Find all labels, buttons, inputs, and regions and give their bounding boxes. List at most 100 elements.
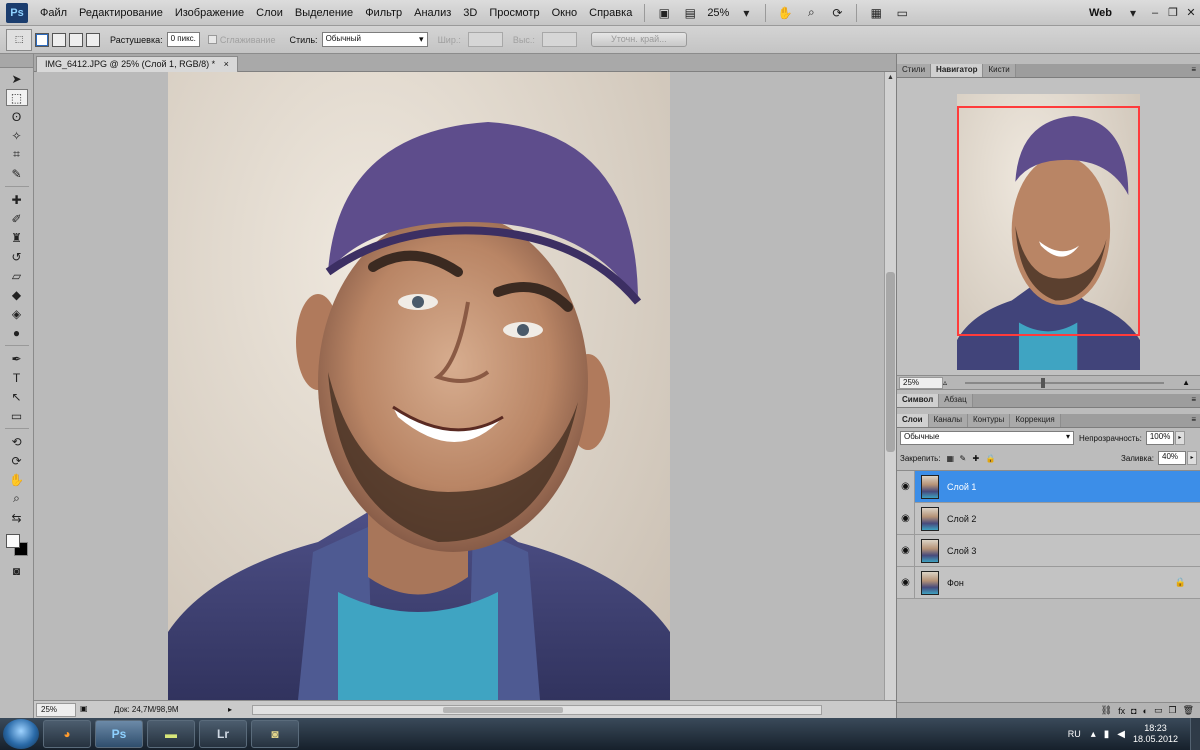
zoom-tool-icon[interactable]: ⌕	[6, 490, 28, 507]
antialias-checkbox[interactable]	[207, 35, 217, 44]
adjustment-layer-icon[interactable]: ◐	[1143, 706, 1148, 716]
restore-icon[interactable]: ❐	[1164, 5, 1182, 21]
trash-icon[interactable]: 🗑	[1183, 705, 1194, 716]
navigator-view-box[interactable]	[957, 106, 1140, 336]
taskbar-firefox-icon[interactable]: ◕	[43, 720, 91, 748]
3d-orbit-icon[interactable]: ⟳	[6, 452, 28, 469]
status-zoom-field[interactable]: 25%	[36, 702, 76, 717]
clock[interactable]: 18:23 18.05.2012	[1133, 723, 1178, 745]
tab-brushes[interactable]: Кисти	[983, 64, 1016, 77]
eyedropper-icon[interactable]: ✎	[6, 165, 28, 182]
panel-menu-icon[interactable]: ≡	[1191, 65, 1196, 74]
arrange-documents-icon[interactable]: ▦	[866, 4, 886, 22]
view-extras-icon[interactable]: ▤	[680, 4, 700, 22]
screen-mode-icon[interactable]: ▭	[892, 4, 912, 22]
menu-window[interactable]: Окно	[546, 7, 584, 19]
healing-brush-icon[interactable]: ✚	[6, 191, 28, 208]
hand-tool-icon[interactable]: ✋	[6, 471, 28, 488]
opacity-stepper[interactable]: ▸	[1174, 431, 1185, 445]
visibility-eye-icon[interactable]: ◉	[897, 502, 915, 535]
taskbar-lightroom[interactable]: Lr	[199, 720, 247, 748]
status-icon[interactable]: ▣	[80, 704, 94, 716]
taskbar-photoshop[interactable]: Ps	[95, 720, 143, 748]
hand-tool-icon[interactable]: ✋	[775, 4, 795, 22]
history-brush-icon[interactable]: ↺	[6, 248, 28, 265]
taskbar-camera-icon[interactable]: ◙	[251, 720, 299, 748]
refine-edge-button[interactable]: Уточн. край...	[590, 32, 687, 47]
zoom-in-icon[interactable]: ▲	[1182, 378, 1190, 387]
foreground-color[interactable]	[5, 534, 20, 548]
style-select[interactable]: Обычный	[321, 32, 428, 47]
fill-field[interactable]: 40%	[1158, 451, 1186, 465]
horizontal-scrollbar[interactable]	[252, 704, 823, 715]
layer-row[interactable]: ◉ Слой 2	[897, 502, 1200, 535]
layer-row[interactable]: ◉ Слой 3	[897, 534, 1200, 567]
type-tool-icon[interactable]: T	[6, 369, 28, 386]
width-field[interactable]	[467, 32, 503, 47]
document-tab[interactable]: IMG_6412.JPG @ 25% (Слой 1, RGB/8) * ×	[36, 56, 238, 72]
rotate-view-icon[interactable]: ⟳	[827, 4, 847, 22]
marquee-preset-icon[interactable]: ⬚	[6, 28, 32, 51]
new-selection-icon[interactable]	[35, 32, 49, 47]
close-icon[interactable]: ×	[224, 59, 229, 69]
tray-expand-icon[interactable]: ▴	[1091, 729, 1096, 740]
rectangular-marquee-icon[interactable]: ⬚	[5, 89, 28, 106]
lock-pixels-icon[interactable]: ✎	[960, 454, 969, 463]
navigator-preview[interactable]	[897, 78, 1200, 376]
layer-thumbnail[interactable]	[921, 506, 939, 531]
minimize-icon[interactable]: –	[1146, 5, 1164, 21]
navigator-zoom-slider[interactable]	[965, 377, 1165, 388]
3d-rotate-icon[interactable]: ⟲	[6, 433, 28, 450]
tab-channels[interactable]: Каналы	[928, 414, 968, 427]
lock-transparency-icon[interactable]: ▦	[947, 454, 956, 463]
tab-layers[interactable]: Слои	[897, 414, 929, 427]
taskbar-notes-icon[interactable]: ▬	[147, 720, 195, 748]
status-menu-icon[interactable]: ▸	[228, 705, 232, 714]
dodge-tool-icon[interactable]: ●	[6, 324, 28, 341]
bridge-icon[interactable]: ▣	[654, 4, 674, 22]
tab-styles[interactable]: Стили	[897, 64, 932, 77]
menu-view[interactable]: Просмотр	[483, 7, 545, 19]
menu-image[interactable]: Изображение	[169, 7, 250, 19]
panel-menu-icon[interactable]: ≡	[1191, 395, 1196, 404]
layer-row[interactable]: ◉ Слой 1	[897, 470, 1200, 503]
chevron-down-icon[interactable]: ▾	[736, 4, 756, 22]
menu-select[interactable]: Выделение	[289, 7, 359, 19]
swap-colors-icon[interactable]: ⇆	[6, 509, 28, 526]
layer-row[interactable]: ◉ Фон 🔒	[897, 566, 1200, 599]
workspace-switcher[interactable]: Web	[1089, 7, 1112, 19]
panel-menu-icon[interactable]: ≡	[1191, 415, 1196, 424]
eraser-icon[interactable]: ▱	[6, 267, 28, 284]
menu-help[interactable]: Справка	[583, 7, 638, 19]
show-desktop-button[interactable]	[1190, 718, 1200, 750]
layer-name[interactable]: Слой 2	[947, 514, 976, 524]
navigator-zoom-field[interactable]: 25%	[899, 376, 943, 389]
network-icon[interactable]: ▮	[1104, 729, 1110, 740]
paint-bucket-icon[interactable]: ◆	[6, 286, 28, 303]
move-tool-icon[interactable]: ➤	[6, 70, 28, 87]
pen-tool-icon[interactable]: ✒	[6, 350, 28, 367]
shape-tool-icon[interactable]: ▭	[6, 407, 28, 424]
zoom-out-icon[interactable]: ▵	[943, 378, 947, 387]
menu-analysis[interactable]: Анализ	[408, 7, 457, 19]
blend-mode-select[interactable]: Обычные	[900, 431, 1074, 445]
scroll-up-icon[interactable]: ▲	[885, 72, 896, 84]
crop-tool-icon[interactable]: ⌗	[6, 146, 28, 163]
new-group-icon[interactable]: ▭	[1154, 705, 1163, 716]
layer-name[interactable]: Слой 3	[947, 546, 976, 556]
layer-style-icon[interactable]: fx	[1118, 706, 1125, 716]
canvas-area[interactable]	[34, 72, 884, 700]
layer-thumbnail[interactable]	[921, 474, 939, 499]
intersect-selection-icon[interactable]	[86, 32, 100, 47]
link-layers-icon[interactable]: ⛓	[1101, 705, 1112, 716]
panel-grip[interactable]	[0, 54, 33, 68]
blur-tool-icon[interactable]: ◈	[6, 305, 28, 322]
quick-mask-icon[interactable]: ◙	[6, 562, 28, 579]
feather-input[interactable]: 0 пикс.	[166, 32, 200, 47]
tab-paragraph[interactable]: Абзац	[939, 394, 973, 407]
start-button[interactable]	[3, 719, 39, 749]
layer-name[interactable]: Фон	[947, 578, 964, 588]
volume-icon[interactable]: ◀	[1117, 729, 1125, 740]
portrait-photo[interactable]	[168, 72, 670, 700]
subtract-selection-icon[interactable]	[69, 32, 83, 47]
